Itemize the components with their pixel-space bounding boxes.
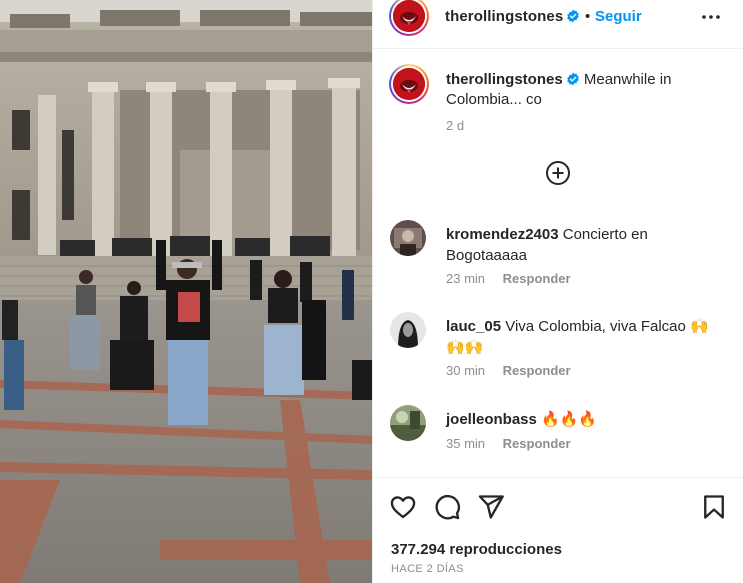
post-header: therollingstones • Seguir	[373, 0, 743, 49]
rolling-stones-logo-icon	[393, 0, 425, 32]
reply-button[interactable]: Responder	[503, 436, 571, 451]
instagram-post: therollingstones • Seguir therollingston…	[0, 0, 743, 583]
caption-text-block: therollingstones Meanwhile in Colombia..…	[446, 70, 726, 110]
view-count[interactable]: 377.294 reproducciones	[391, 541, 562, 558]
comment-text-block: joelleonbass 🔥🔥🔥	[446, 409, 726, 430]
comment-time[interactable]: 35 min	[446, 436, 485, 451]
comment-meta: 30 min Responder	[446, 363, 585, 378]
comment-username[interactable]: lauc_05	[446, 318, 501, 335]
verified-badge-icon	[566, 72, 579, 86]
post-video[interactable]	[0, 0, 372, 583]
follow-button[interactable]: Seguir	[595, 8, 642, 25]
commenter-avatar[interactable]	[390, 405, 426, 441]
comment-text: 🔥🔥🔥	[541, 411, 598, 428]
rolling-stones-logo-icon	[393, 68, 425, 100]
paper-plane-icon[interactable]	[477, 493, 505, 521]
video-frame	[0, 0, 372, 583]
avatar-image	[390, 312, 426, 348]
verified-badge-icon	[567, 9, 580, 23]
author-avatar[interactable]	[389, 0, 429, 36]
author-username-text: therollingstones	[445, 8, 564, 25]
post-actions: 377.294 reproducciones HACE 2 DÍAS	[373, 477, 743, 583]
caption-username[interactable]: therollingstones	[446, 71, 563, 88]
plus-circle-icon[interactable]	[545, 160, 571, 186]
more-options-icon[interactable]	[701, 9, 721, 25]
comment-time[interactable]: 23 min	[446, 271, 485, 286]
post-side-panel: therollingstones • Seguir therollingston…	[372, 0, 743, 583]
comment-meta: 35 min Responder	[446, 436, 585, 451]
posted-time[interactable]: HACE 2 DÍAS	[391, 563, 464, 575]
comment-time[interactable]: 30 min	[446, 363, 485, 378]
header-separator: •	[585, 8, 591, 25]
caption-author-avatar[interactable]	[389, 64, 429, 104]
heart-icon[interactable]	[389, 493, 417, 521]
comment-icon[interactable]	[433, 493, 461, 521]
avatar-image	[390, 405, 426, 441]
comment-username[interactable]: kromendez2403	[446, 226, 559, 243]
reply-button[interactable]: Responder	[503, 363, 571, 378]
caption-time[interactable]: 2 d	[446, 118, 464, 133]
comment-text-block: lauc_05 Viva Colombia, viva Falcao 🙌🙌🙌	[446, 316, 726, 358]
avatar-image	[390, 220, 426, 256]
comment-meta: 23 min Responder	[446, 271, 585, 286]
comment-text-block: kromendez2403 Concierto en Bogotaaaaa	[446, 224, 726, 266]
reply-button[interactable]: Responder	[503, 271, 571, 286]
author-username[interactable]: therollingstones	[445, 8, 580, 25]
commenter-avatar[interactable]	[390, 220, 426, 256]
commenter-avatar[interactable]	[390, 312, 426, 348]
bookmark-icon[interactable]	[700, 493, 728, 521]
comment-username[interactable]: joelleonbass	[446, 411, 537, 428]
